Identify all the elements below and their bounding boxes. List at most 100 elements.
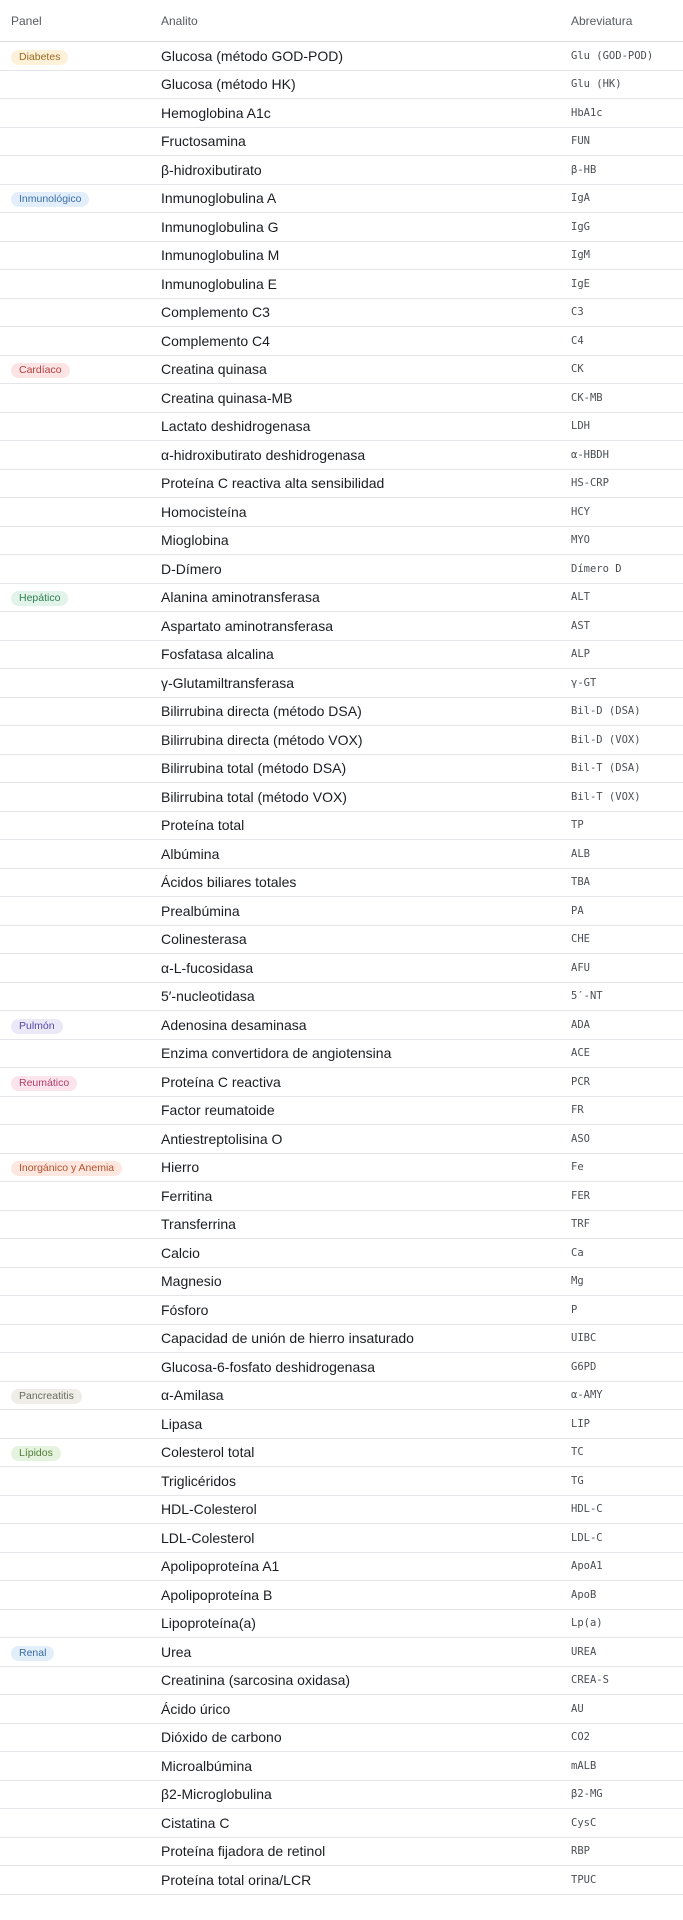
table-row: Triglicéridos TG: [0, 1466, 683, 1496]
panel-cell: [0, 611, 161, 641]
panel-cell: [0, 526, 161, 555]
abbreviation-cell: Fe: [571, 1153, 683, 1182]
table-row: Fosfatasa alcalina ALP: [0, 640, 683, 669]
panel-badge: Pulmón: [11, 1018, 63, 1034]
analyte-cell: α-L-fucosidasa: [161, 953, 571, 983]
panel-cell: [0, 925, 161, 954]
panel-cell: [0, 212, 161, 242]
abbreviation-cell: Ca: [571, 1238, 683, 1268]
analyte-cell: Inmunoglobulina E: [161, 269, 571, 299]
table-row: Lipoproteína(a) Lp(a): [0, 1609, 683, 1638]
panel-cell: [0, 412, 161, 441]
table-row: Bilirrubina directa (método VOX) Bil-D (V…: [0, 725, 683, 755]
analyte-cell: Complemento C4: [161, 326, 571, 356]
table-row: Enzima convertidora de angiotensina ACE: [0, 1039, 683, 1068]
panel-cell: [0, 326, 161, 356]
abbreviation-cell: CHE: [571, 925, 683, 954]
analyte-cell: Bilirrubina total (método DSA): [161, 754, 571, 783]
panel-cell: [0, 1865, 161, 1895]
table-row: β2-Microglobulina β2-MG: [0, 1780, 683, 1809]
abbreviation-cell: CK: [571, 355, 683, 384]
table-row: Diabetes Glucosa (método GOD-POD) Glu (GOD…: [0, 41, 683, 71]
abbreviation-cell: ApoA1: [571, 1552, 683, 1581]
panel-cell: [0, 1495, 161, 1524]
table-row: Inmunoglobulina M IgM: [0, 241, 683, 270]
table-row: Albúmina ALB: [0, 839, 683, 869]
abbreviation-cell: CO2: [571, 1723, 683, 1752]
abbreviation-cell: UREA: [571, 1637, 683, 1667]
table-row: α-L-fucosidasa AFU: [0, 953, 683, 983]
analyte-cell: Triglicéridos: [161, 1466, 571, 1496]
panel-cell: Hepático: [0, 583, 161, 612]
abbreviation-cell: PA: [571, 896, 683, 926]
analyte-cell: Apolipoproteína A1: [161, 1552, 571, 1581]
abbreviation-cell: ACE: [571, 1039, 683, 1068]
abbreviation-cell: Lp(a): [571, 1609, 683, 1638]
panel-cell: [0, 1267, 161, 1296]
panel-cell: [0, 298, 161, 327]
analyte-cell: Mioglobina: [161, 526, 571, 555]
abbreviation-cell: CREA-S: [571, 1666, 683, 1695]
analyte-cell: Ferritina: [161, 1181, 571, 1211]
table-row: Calcio Ca: [0, 1238, 683, 1268]
panel-badge: Diabetes: [11, 49, 69, 65]
table-row: Proteína fijadora de retinol RBP: [0, 1837, 683, 1866]
table-row: Inmunoglobulina E IgE: [0, 269, 683, 299]
panel-cell: [0, 811, 161, 840]
panel-cell: [0, 155, 161, 185]
analyte-cell: Bilirrubina total (método VOX): [161, 782, 571, 812]
analyte-cell: Homocisteína: [161, 497, 571, 527]
analyte-cell: Ácido úrico: [161, 1694, 571, 1724]
abbreviation-cell: Glu (HK): [571, 70, 683, 99]
abbreviation-cell: HCY: [571, 497, 683, 527]
abbreviation-cell: P: [571, 1295, 683, 1325]
table-row: Hepático Alanina aminotransferasa ALT: [0, 583, 683, 612]
abbreviation-cell: Bil-D (DSA): [571, 697, 683, 726]
panel-cell: [0, 70, 161, 99]
abbreviation-cell: ASO: [571, 1124, 683, 1154]
table-row: Antiestreptolisina O ASO: [0, 1124, 683, 1154]
panel-cell: [0, 1694, 161, 1724]
analyte-cell: Creatinina (sarcosina oxidasa): [161, 1666, 571, 1695]
analyte-cell: Fosfatasa alcalina: [161, 640, 571, 669]
abbreviation-cell: LDH: [571, 412, 683, 441]
panel-cell: Lípidos: [0, 1438, 161, 1467]
panel-badge: Pancreatitis: [11, 1389, 82, 1405]
abbreviation-cell: CysC: [571, 1808, 683, 1838]
table-row: Pulmón Adenosina desaminasa ADA: [0, 1010, 683, 1040]
header-row: Panel Analito Abreviatura: [0, 0, 683, 42]
analyte-cell: Colesterol total: [161, 1438, 571, 1467]
panel-cell: [0, 1466, 161, 1496]
table-body: Diabetes Glucosa (método GOD-POD) Glu (GOD…: [0, 41, 683, 1895]
abbreviation-cell: ALP: [571, 640, 683, 669]
table-row: Creatina quinasa-MB CK-MB: [0, 383, 683, 413]
table-row: Inmunológico Inmunoglobulina A IgA: [0, 184, 683, 213]
abbreviation-cell: ALT: [571, 583, 683, 612]
analyte-cell: LDL-Colesterol: [161, 1523, 571, 1553]
analyte-cell: Inmunoglobulina A: [161, 184, 571, 213]
abbreviation-cell: β2-MG: [571, 1780, 683, 1809]
table-row: Glucosa-6-fosfato deshidrogenasa G6PD: [0, 1352, 683, 1382]
panel-cell: [0, 1352, 161, 1382]
analyte-cell: Inmunoglobulina G: [161, 212, 571, 242]
abbreviation-cell: TG: [571, 1466, 683, 1496]
abbreviation-cell: UIBC: [571, 1324, 683, 1353]
table-row: Complemento C3 C3: [0, 298, 683, 327]
abbreviation-cell: PCR: [571, 1067, 683, 1097]
panel-cell: [0, 953, 161, 983]
table-row: Colinesterasa CHE: [0, 925, 683, 954]
panel-cell: [0, 383, 161, 413]
panel-cell: [0, 754, 161, 783]
table-row: Inmunoglobulina G IgG: [0, 212, 683, 242]
analyte-cell: Enzima convertidora de angiotensina: [161, 1039, 571, 1068]
analyte-cell: Albúmina: [161, 839, 571, 869]
abbreviation-cell: MYO: [571, 526, 683, 555]
panel-cell: [0, 1837, 161, 1866]
table-row: Glucosa (método HK) Glu (HK): [0, 70, 683, 99]
abbreviation-cell: Bil-D (VOX): [571, 725, 683, 755]
panel-cell: [0, 1324, 161, 1353]
table-row: Proteína total orina/LCR TPUC: [0, 1865, 683, 1895]
analyte-cell: Alanina aminotransferasa: [161, 583, 571, 612]
panel-cell: [0, 668, 161, 698]
table-row: α-hidroxibutirato deshidrogenasa α-HBDH: [0, 440, 683, 470]
